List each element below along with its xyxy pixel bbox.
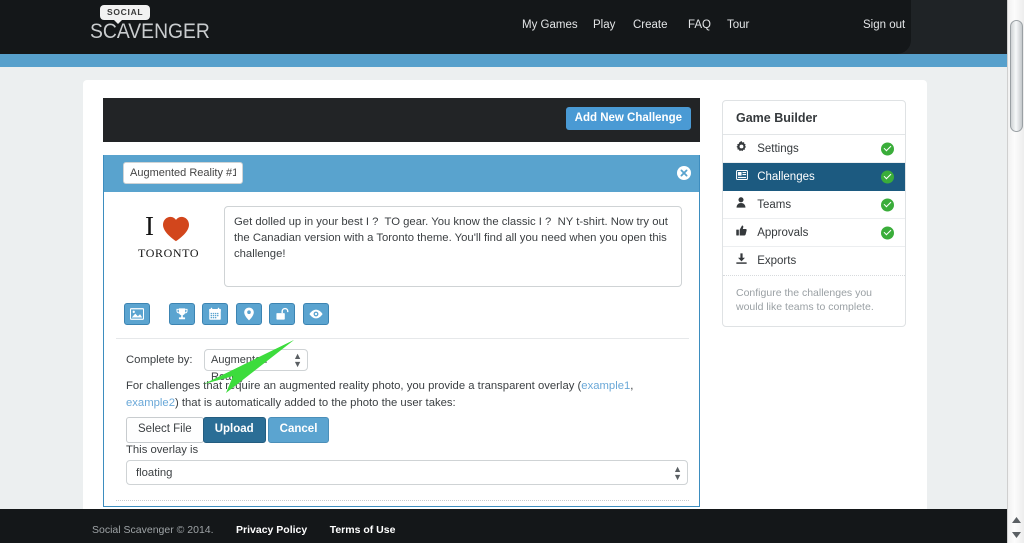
example2-link[interactable]: example2 [126,397,175,409]
heart-icon [163,216,189,242]
scrollbar-thumb[interactable] [1010,20,1023,132]
status-complete-icon-teams [881,198,894,211]
chevron-updown-icon: ▲ ▼ [293,351,303,369]
nav-link-faq[interactable]: FAQ [688,19,711,31]
sidebar-item-challenges[interactable]: Challenges [723,163,905,191]
overlay-position-select[interactable]: floating ▲ ▼ [126,460,688,485]
file-upload-row: Select File Upload Cancel [126,417,330,443]
trophy-icon[interactable] [168,303,195,325]
browser-viewport: SOCIAL SCAVENGER My Games Play Create FA… [0,0,1007,543]
challenge-media-toolbar [124,303,332,325]
footer-link-privacy-policy[interactable]: Privacy Policy [236,524,307,536]
complete-by-label: Complete by: [126,354,193,366]
calendar-icon[interactable] [202,303,229,325]
remove-challenge-icon[interactable] [677,166,691,180]
cards-icon [736,163,750,191]
scroll-down-arrow[interactable] [1010,528,1023,541]
sidebar-label-teams: Teams [757,199,792,211]
help-text-part-1: For challenges that require an augmented… [126,380,582,392]
cancel-button[interactable]: Cancel [267,417,330,443]
status-complete-icon-challenges [881,170,894,183]
caret-up-icon [1012,517,1021,523]
unlock-icon[interactable] [269,303,296,325]
sidebar-title: Game Builder [723,101,905,135]
overlay-help-text: For challenges that require an augmented… [126,378,682,411]
vertical-scrollbar[interactable] [1007,0,1024,543]
footer-copyright: Social Scavenger © 2014. [92,524,214,536]
sidebar-label-settings: Settings [757,143,799,155]
sidebar-item-exports[interactable]: Exports [723,247,905,275]
add-new-challenge-button[interactable]: Add New Challenge [565,107,691,130]
challenge-title-input[interactable] [123,162,243,184]
challenges-toolbar: Add New Challenge [103,98,700,142]
sidebar-label-exports: Exports [757,255,797,267]
scroll-up-arrow[interactable] [1010,513,1023,526]
sidebar-item-teams[interactable]: Teams [723,191,905,219]
select-file-button[interactable]: Select File [126,417,204,443]
nav-link-create[interactable]: Create [633,19,668,31]
chevron-updown-icon-2: ▲ ▼ [673,463,682,482]
sidebar-item-settings[interactable]: Settings [723,135,905,163]
section-divider [116,338,689,339]
logo-wordmark: SCAVENGER [90,20,210,43]
nav-link-tour[interactable]: Tour [727,19,749,31]
photo-icon[interactable] [124,303,150,325]
overlay-preview-image: I TORONTO [126,208,214,270]
nav-link-my-games[interactable]: My Games [522,19,578,31]
complete-by-select[interactable]: Augmented Reality ▲ ▼ [204,349,309,383]
upload-button[interactable]: Upload [202,417,266,443]
footer-link-terms-of-use[interactable]: Terms of Use [330,524,396,536]
top-navigation-bar: SOCIAL SCAVENGER My Games Play Create FA… [0,0,1007,54]
status-complete-icon-settings [881,142,894,155]
challenge-panel-header [104,155,699,192]
challenge-description-textarea[interactable]: Get dolled up in your best I ? TO gear. … [224,206,682,287]
status-complete-icon-approvals [881,226,894,239]
example1-link[interactable]: example1 [581,380,630,392]
accent-band [0,54,1007,67]
complete-by-row: Complete by: Augmented Reality ▲ ▼ [126,349,309,383]
nav-link-play[interactable]: Play [593,19,615,31]
thumbs-up-icon [736,219,750,247]
sidebar-label-challenges: Challenges [757,171,815,183]
sidebar-label-approvals: Approvals [757,227,809,239]
overlay-caption: TORONTO [138,246,200,260]
actions-divider [116,500,689,501]
site-logo[interactable]: SOCIAL SCAVENGER [90,2,210,50]
footer-content: Social Scavenger © 2014. Privacy Policy … [92,520,395,538]
game-builder-sidebar: Game Builder Settings Challenges Teams A… [722,100,906,327]
sidebar-description: Configure the challenges you would like … [723,275,905,326]
challenge-panel: I TORONTO Get dolled up in your best I ?… [103,155,700,507]
overlay-position-label: This overlay is [126,444,199,456]
sidebar-item-approvals[interactable]: Approvals [723,219,905,247]
challenge-panel-body: I TORONTO Get dolled up in your best I ?… [104,192,699,506]
overlay-letter: I [145,211,154,241]
overlay-position-value: floating [136,467,173,479]
download-icon [736,247,750,275]
user-icon [736,191,750,219]
logo-badge: SOCIAL [100,5,151,24]
gear-icon [736,135,750,163]
help-text-part-2: , [630,380,634,392]
map-pin-icon[interactable] [235,303,262,325]
caret-down-icon [1012,532,1021,538]
help-text-part-3: ) that is automatically added to the pho… [174,396,456,409]
eye-icon[interactable] [302,303,329,325]
page-footer: Social Scavenger © 2014. Privacy Policy … [0,509,1007,543]
nav-link-sign-out[interactable]: Sign out [863,19,905,31]
